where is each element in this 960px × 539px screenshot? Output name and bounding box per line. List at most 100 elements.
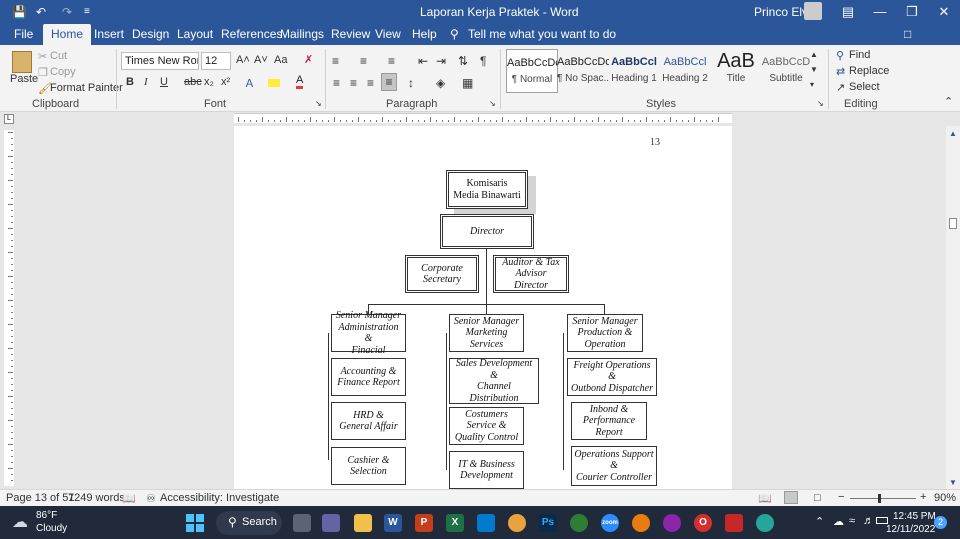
select-icon[interactable]: ↗ (836, 81, 845, 94)
zoom-out-button[interactable]: − (838, 491, 844, 503)
tab-layout[interactable]: Layout (177, 24, 213, 45)
font-dialog-launcher-icon[interactable]: ↘ (315, 99, 322, 108)
align-center-icon[interactable]: ≡ (350, 75, 357, 91)
style-heading-2[interactable]: AaBbCcl Heading 2 (659, 49, 711, 93)
search-box[interactable]: ⚲ Search (216, 511, 282, 535)
accessibility-status[interactable]: Accessibility: Investigate (160, 492, 279, 504)
font-size-select[interactable]: 12 (201, 52, 231, 70)
task-view-icon[interactable] (293, 514, 311, 532)
increase-indent-icon[interactable]: ⇥ (436, 53, 446, 69)
styles-more-icon[interactable]: ▾ (810, 80, 814, 89)
tab-references[interactable]: References (221, 24, 282, 45)
style-subtitle[interactable]: AaBbCcD Subtitle (760, 49, 812, 93)
zoom-icon[interactable]: zoom (601, 514, 619, 532)
justify-icon[interactable]: ≡ (381, 73, 397, 91)
restore-icon[interactable]: ❐ (896, 0, 928, 24)
shading-icon[interactable]: ◈ (436, 75, 445, 91)
replace-button[interactable]: Replace (849, 65, 889, 77)
copy-icon[interactable]: ❐ (38, 66, 48, 79)
style-heading-1[interactable]: AaBbCcl Heading 1 (608, 49, 660, 93)
font-name-select[interactable]: Times New Roma (121, 52, 199, 70)
superscript-button[interactable]: x² (221, 76, 230, 88)
format-painter-button[interactable]: Format Painter (50, 82, 123, 94)
select-button[interactable]: Select (849, 81, 880, 93)
scroll-up-icon[interactable]: ▲ (949, 129, 957, 138)
numbering-icon[interactable]: ≡ (360, 53, 367, 69)
find-icon[interactable]: ⚲ (836, 49, 844, 62)
horizontal-ruler[interactable] (234, 113, 732, 123)
align-left-icon[interactable]: ≡ (333, 75, 340, 91)
collapse-ribbon-icon[interactable]: ⌃ (944, 95, 953, 108)
weather-description[interactable]: Cloudy (36, 523, 67, 534)
proofing-icon[interactable]: 📖 (122, 492, 136, 505)
wifi-icon[interactable]: ≈ (849, 515, 855, 527)
bold-button[interactable]: B (126, 76, 134, 88)
cloud-sync-icon[interactable]: ☁ (833, 515, 844, 528)
tell-me-input[interactable]: Tell me what you want to do (468, 24, 616, 45)
paste-button[interactable]: Paste (10, 73, 38, 85)
highlight-icon[interactable] (268, 79, 280, 87)
battery-icon[interactable] (876, 517, 888, 524)
styles-dialog-launcher-icon[interactable]: ↘ (817, 99, 824, 108)
word-count[interactable]: 7249 words (68, 492, 125, 504)
replace-icon[interactable]: ⇄ (836, 65, 845, 78)
opera-icon[interactable]: O (694, 514, 712, 532)
tab-review[interactable]: Review (331, 24, 370, 45)
grow-font-button[interactable]: A˄ (236, 54, 250, 66)
tab-selector-icon[interactable]: L (4, 114, 14, 124)
powerpoint-icon[interactable]: P (415, 514, 433, 532)
web-layout-icon[interactable]: □ (814, 492, 821, 504)
tab-home[interactable]: Home (43, 24, 92, 45)
subscript-button[interactable]: x₂ (204, 76, 214, 88)
vscode-icon[interactable] (477, 514, 495, 532)
tab-file[interactable]: File (14, 24, 33, 45)
show-marks-button[interactable]: ¶ (480, 53, 486, 69)
style-no-spacing[interactable]: AaBbCcDc ¶ No Spac... (557, 49, 609, 93)
copy-button[interactable]: Copy (50, 66, 76, 78)
show-hidden-icons[interactable]: ⌃ (815, 515, 824, 528)
acrobat-icon[interactable] (725, 514, 743, 532)
minimize-icon[interactable]: — (864, 0, 896, 24)
paragraph-dialog-launcher-icon[interactable]: ↘ (489, 99, 496, 108)
styles-scroll-up-icon[interactable]: ▲ (810, 50, 818, 59)
zoom-level[interactable]: 90% (934, 492, 956, 504)
tab-insert[interactable]: Insert (94, 24, 124, 45)
ribbon-display-icon[interactable]: ▤ (832, 0, 864, 24)
app-icon[interactable] (663, 514, 681, 532)
line-spacing-icon[interactable]: ↕ (408, 75, 414, 91)
scrollbar-thumb[interactable] (949, 218, 957, 229)
italic-button[interactable]: I (144, 76, 148, 88)
shrink-font-button[interactable]: A˅ (254, 54, 268, 66)
page-count[interactable]: Page 13 of 51 (6, 492, 75, 504)
cut-button[interactable]: Cut (50, 50, 67, 62)
lightbulb-icon[interactable]: ⚲ (450, 24, 459, 45)
photoshop-icon[interactable]: Ps (539, 514, 557, 532)
vertical-ruler[interactable] (4, 130, 14, 486)
redo-icon[interactable]: ↷ (62, 4, 72, 20)
weather-temperature[interactable]: 86°F (36, 510, 57, 521)
tab-design[interactable]: Design (132, 24, 169, 45)
bullets-icon[interactable]: ≡ (332, 53, 339, 69)
word-icon[interactable]: W (384, 514, 402, 532)
text-effects-icon[interactable]: Ａ (244, 75, 255, 91)
decrease-indent-icon[interactable]: ⇤ (418, 53, 428, 69)
zoom-slider[interactable] (850, 498, 916, 499)
multilevel-list-icon[interactable]: ≡ (388, 53, 395, 69)
style-normal[interactable]: AaBbCcDc ¶ Normal (506, 49, 558, 93)
clock-date[interactable]: 12/11/2022 (886, 524, 935, 535)
tab-mailings[interactable]: Mailings (280, 24, 324, 45)
clear-formatting-icon[interactable]: ✗ (304, 53, 313, 66)
meet-icon[interactable] (322, 514, 340, 532)
zoom-in-button[interactable]: + (920, 491, 926, 503)
vertical-scrollbar[interactable]: ▲ ▼ (946, 126, 960, 489)
tab-help[interactable]: Help (412, 24, 437, 45)
globe-icon[interactable] (756, 514, 774, 532)
font-color-icon[interactable]: A (296, 74, 304, 89)
close-icon[interactable]: ✕ (928, 0, 960, 24)
chrome-icon[interactable] (508, 514, 526, 532)
align-right-icon[interactable]: ≡ (367, 75, 374, 91)
style-title[interactable]: AaB Title (710, 49, 762, 93)
cut-icon[interactable]: ✂ (38, 50, 47, 63)
avatar[interactable] (804, 2, 822, 20)
accessibility-icon[interactable]: ♾ (146, 492, 156, 505)
